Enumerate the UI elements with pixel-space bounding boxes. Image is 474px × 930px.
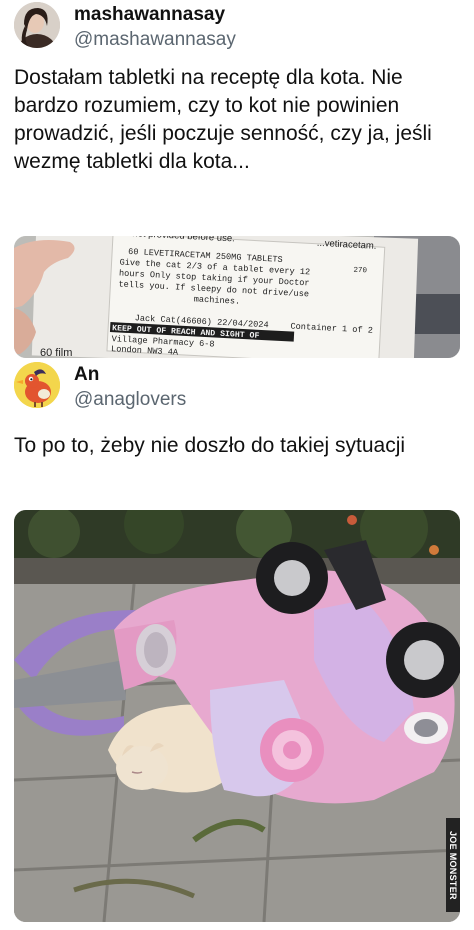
tweet-photo-cat-toy-car[interactable]: JOE MONSTER [14, 510, 460, 922]
user-handle[interactable]: @anaglovers [74, 389, 186, 411]
label-num: 270 [353, 267, 367, 276]
tweet-photo-prescription[interactable]: ...ianet provided before use. ...vetirac… [14, 236, 460, 358]
display-name[interactable]: An [74, 364, 99, 386]
display-name[interactable]: mashawannasay [74, 4, 225, 26]
prescription-box-image: ...ianet provided before use. ...vetirac… [14, 236, 460, 358]
cat-under-toy-car-image [14, 510, 460, 922]
user-handle[interactable]: @mashawannasay [74, 29, 236, 51]
cartoon-bird-avatar-icon [14, 362, 60, 408]
label-film: 60 film [40, 347, 72, 358]
avatar[interactable] [14, 362, 60, 408]
tweet-text: To po to, żeby nie doszło do takiej sytu… [14, 434, 406, 457]
watermark: JOE MONSTER [446, 818, 460, 912]
avatar[interactable] [14, 2, 60, 48]
profile-photo-icon [14, 2, 60, 48]
tweet-text: Dostałam tabletki na receptę dla kota. N… [14, 66, 432, 173]
screenshot-page: mashawannasay @mashawannasay Dostałam ta… [0, 0, 474, 930]
